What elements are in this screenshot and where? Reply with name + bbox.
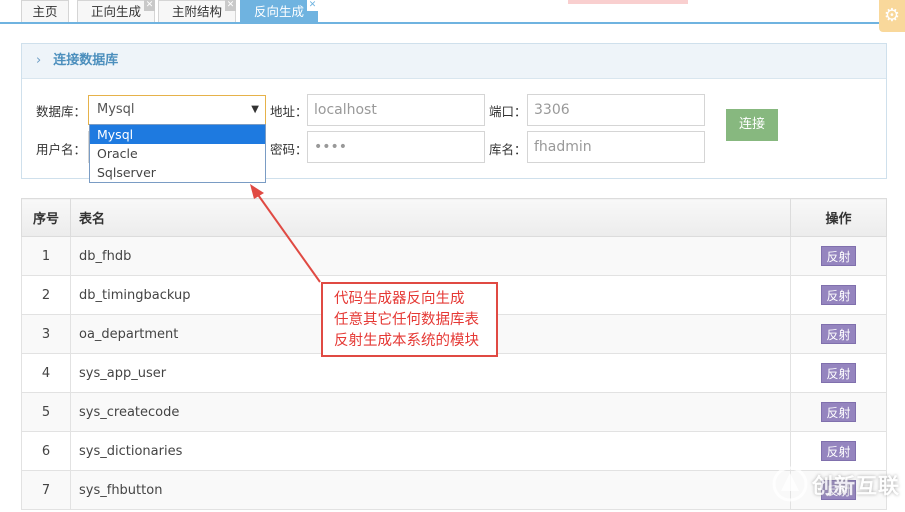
settings-button[interactable]: ⚙ xyxy=(879,0,905,32)
reflect-button[interactable]: 反射 xyxy=(821,285,856,305)
row-index: 3 xyxy=(21,314,71,354)
header-index: 序号 xyxy=(21,198,71,237)
row-name: sys_dictionaries xyxy=(70,431,791,471)
username-label: 用户名： xyxy=(36,142,87,157)
tab-forward-generate[interactable]: 正向生成 ✕ xyxy=(77,0,155,22)
table-row: 4 sys_app_user 反射 xyxy=(21,353,887,393)
reflect-button[interactable]: 反射 xyxy=(821,402,856,422)
db-label: 数据库： xyxy=(36,104,87,119)
reflect-button[interactable]: 反射 xyxy=(821,246,856,266)
tab-home[interactable]: 主页 xyxy=(21,0,69,22)
address-label: 地址： xyxy=(270,104,308,119)
close-icon[interactable]: ✕ xyxy=(144,0,155,11)
row-name: sys_fhbutton xyxy=(70,470,791,510)
reflect-button[interactable]: 反射 xyxy=(821,441,856,461)
connect-button[interactable]: 连接 xyxy=(726,109,778,141)
row-name: sys_app_user xyxy=(70,353,791,393)
row-index: 7 xyxy=(21,470,71,510)
table-row: 5 sys_createcode 反射 xyxy=(21,392,887,432)
close-icon[interactable]: ✕ xyxy=(225,0,236,11)
row-index: 1 xyxy=(21,236,71,276)
tab-master-detail[interactable]: 主附结构 ✕ xyxy=(158,0,236,22)
password-input[interactable]: •••• xyxy=(307,131,485,163)
table-row: 6 sys_dictionaries 反射 xyxy=(21,431,887,471)
option-mysql[interactable]: Mysql xyxy=(90,125,265,144)
table-header-row: 序号 表名 操作 xyxy=(21,198,887,237)
tab-bar: 主页 正向生成 ✕ 主附结构 ✕ 反向生成 ✕ xyxy=(0,0,905,24)
port-label: 端口： xyxy=(489,104,527,119)
tab-label: 反向生成 xyxy=(253,4,304,19)
database-dropdown: Mysql Oracle Sqlserver xyxy=(89,124,266,183)
row-index: 5 xyxy=(21,392,71,432)
panel-header[interactable]: › 连接数据库 xyxy=(22,44,886,79)
header-name: 表名 xyxy=(70,198,791,237)
tab-label: 正向生成 xyxy=(90,4,141,19)
tab-reverse-generate[interactable]: 反向生成 ✕ xyxy=(240,0,318,22)
annotation-box: 代码生成器反向生成 任意其它任何数据库表 反射生成本系统的模块 xyxy=(321,282,498,357)
chevron-right-icon: › xyxy=(36,53,42,68)
row-name: sys_createcode xyxy=(70,392,791,432)
port-input[interactable]: 3306 xyxy=(527,94,705,126)
tab-label: 主页 xyxy=(32,4,58,19)
row-name: db_fhdb xyxy=(70,236,791,276)
table-row: 1 db_fhdb 反射 xyxy=(21,236,887,276)
table-row: 7 sys_fhbutton 反射 xyxy=(21,470,887,510)
panel-title: 连接数据库 xyxy=(53,53,119,68)
header-action: 操作 xyxy=(790,198,887,237)
dbname-label: 库名： xyxy=(489,142,527,157)
annotation-line: 代码生成器反向生成 xyxy=(334,291,465,307)
database-select[interactable]: Mysql ▼ xyxy=(88,95,266,125)
reflect-button[interactable]: 反射 xyxy=(821,324,856,344)
row-index: 4 xyxy=(21,353,71,393)
reflect-button[interactable]: 反射 xyxy=(821,363,856,383)
option-oracle[interactable]: Oracle xyxy=(90,144,265,163)
address-input[interactable]: localhost xyxy=(307,94,485,126)
database-select-value: Mysql xyxy=(97,102,135,117)
annotation-line: 任意其它任何数据库表 xyxy=(334,312,479,328)
dbname-input[interactable]: fhadmin xyxy=(527,131,705,163)
row-index: 6 xyxy=(21,431,71,471)
watermark-logo-icon xyxy=(772,466,808,502)
close-icon[interactable]: ✕ xyxy=(307,0,318,11)
watermark-text: 创新互联 xyxy=(812,474,900,498)
password-label: 密码： xyxy=(270,142,308,157)
option-sqlserver[interactable]: Sqlserver xyxy=(90,163,265,182)
row-index: 2 xyxy=(21,275,71,315)
watermark: 创新互联 xyxy=(770,464,905,504)
gear-icon: ⚙ xyxy=(883,5,901,26)
tab-label: 主附结构 xyxy=(171,4,222,19)
caret-down-icon: ▼ xyxy=(251,104,259,115)
decorative-strip xyxy=(568,0,688,4)
annotation-line: 反射生成本系统的模块 xyxy=(334,333,479,349)
